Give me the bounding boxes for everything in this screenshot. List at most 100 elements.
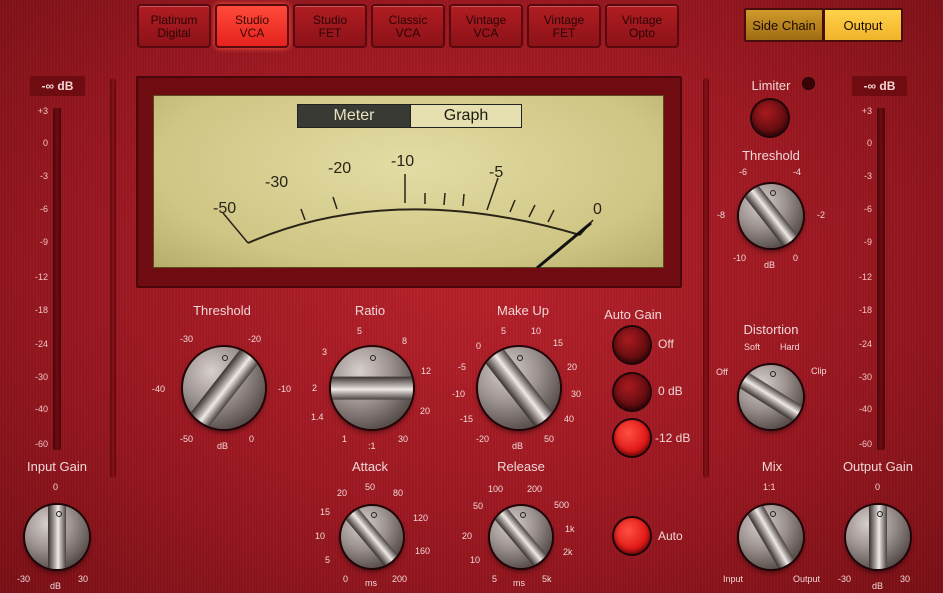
- meter-scale-label: -30: [34, 372, 48, 382]
- output-gain-label: Output Gain: [842, 459, 914, 474]
- mix-label: Mix: [761, 459, 783, 474]
- distortion-label: Distortion: [743, 322, 799, 337]
- threshold-knob[interactable]: [183, 347, 265, 429]
- input-gain-unit: dB: [50, 581, 62, 591]
- knob-indicator: [517, 355, 524, 362]
- limiter-threshold-label: Threshold: [742, 148, 800, 163]
- limiter-label: Limiter: [751, 78, 791, 93]
- attack-unit: ms: [365, 578, 377, 588]
- meter-label: -20: [328, 160, 351, 177]
- release-label: Release: [497, 459, 545, 474]
- meter-label: 0: [593, 201, 602, 218]
- output-level-readout: -∞ dB: [852, 76, 907, 96]
- threshold-tick: -30: [180, 334, 194, 344]
- knob-indicator: [769, 190, 776, 197]
- makeup-tick: -15: [460, 414, 474, 424]
- mix-tick: Input: [723, 574, 744, 584]
- meter-tick: [222, 212, 249, 244]
- knob-indicator: [519, 512, 526, 519]
- makeup-knob[interactable]: [478, 347, 560, 429]
- ratio-tick: 2: [312, 383, 318, 393]
- limiter-threshold-tick: -10: [733, 253, 747, 263]
- knob-indicator: [769, 511, 776, 518]
- distortion-tick: Clip: [811, 366, 827, 376]
- ratio-tick: 5: [357, 326, 363, 336]
- model-button-vintage-fet[interactable]: Vintage FET: [527, 4, 601, 48]
- makeup-tick: 30: [571, 389, 582, 399]
- output-level-meter: [877, 108, 885, 450]
- attack-tick: 120: [413, 513, 429, 523]
- release-tick: 1k: [565, 524, 575, 534]
- model-button-vintage-opto[interactable]: Vintage Opto: [605, 4, 679, 48]
- meter-scale-label: -18: [34, 305, 48, 315]
- auto-gain-0db-button[interactable]: [614, 374, 650, 410]
- limiter-button[interactable]: [752, 100, 788, 136]
- threshold-unit: dB: [217, 441, 229, 451]
- threshold-tick: 0: [249, 434, 255, 444]
- ratio-label: Ratio: [354, 303, 386, 318]
- makeup-unit: dB: [512, 441, 524, 451]
- model-button-vintage-vca[interactable]: Vintage VCA: [449, 4, 523, 48]
- right-rail: [703, 78, 709, 478]
- makeup-tick: 0: [476, 341, 482, 351]
- limiter-threshold-unit: dB: [764, 260, 776, 270]
- distortion-tick: Hard: [780, 342, 800, 352]
- knob-indicator: [370, 512, 377, 519]
- model-button-platinum-digital[interactable]: Platinum Digital: [137, 4, 211, 48]
- ratio-tick: 1: [342, 434, 348, 444]
- model-button-studio-fet[interactable]: Studio FET: [293, 4, 367, 48]
- meter-scale-label: -6: [39, 204, 48, 214]
- threshold-tick: -10: [278, 384, 292, 394]
- model-button-studio-vca[interactable]: Studio VCA: [215, 4, 289, 48]
- limiter-threshold-knob[interactable]: [739, 184, 803, 248]
- meter-tick: [509, 199, 516, 213]
- attack-knob[interactable]: [341, 506, 403, 568]
- ratio-unit: :1: [368, 441, 376, 451]
- ratio-knob[interactable]: [331, 347, 413, 429]
- model-button-classic-vca[interactable]: Classic VCA: [371, 4, 445, 48]
- input-gain-knob[interactable]: [25, 505, 89, 569]
- input-gain-label: Input Gain: [27, 459, 87, 474]
- auto-gain-minus12-button[interactable]: [614, 420, 650, 456]
- makeup-tick: -10: [452, 389, 466, 399]
- release-tick: 5k: [542, 574, 552, 584]
- ratio-tick: 20: [420, 406, 431, 416]
- distortion-knob[interactable]: [739, 365, 803, 429]
- distortion-tick: Off: [716, 367, 728, 377]
- meter-scale-label: -6: [863, 204, 872, 214]
- mix-knob[interactable]: [739, 505, 803, 569]
- ratio-tick: 30: [398, 434, 409, 444]
- auto-gain-label: Auto Gain: [604, 307, 662, 322]
- knob-indicator: [55, 511, 62, 518]
- release-knob[interactable]: [490, 506, 552, 568]
- output-button[interactable]: Output: [823, 8, 903, 42]
- meter-scale-label: +3: [861, 106, 872, 116]
- ratio-tick: 3: [322, 347, 328, 357]
- limiter-threshold-tick: -2: [817, 210, 826, 220]
- auto-release-button[interactable]: [614, 518, 650, 554]
- meter-scale-label: -9: [39, 237, 48, 247]
- meter-tick: [528, 204, 536, 218]
- auto-gain-off-button[interactable]: [614, 327, 650, 363]
- side-chain-button[interactable]: Side Chain: [744, 8, 824, 42]
- meter-tick: [547, 209, 555, 223]
- distortion-tick: Soft: [744, 342, 761, 352]
- makeup-tick: 5: [501, 326, 507, 336]
- makeup-tick: 50: [544, 434, 555, 444]
- ratio-tick: 1.4: [311, 412, 324, 422]
- limiter-threshold-tick: 0: [793, 253, 799, 263]
- release-tick: 10: [470, 555, 481, 565]
- ratio-tick: 8: [402, 336, 408, 346]
- meter-scale-label: 0: [866, 138, 872, 148]
- meter-tick: [300, 208, 306, 221]
- threshold-label: Threshold: [193, 303, 251, 318]
- release-tick: 50: [473, 501, 484, 511]
- output-gain-knob[interactable]: [846, 505, 910, 569]
- left-rail: [110, 78, 116, 478]
- release-tick: 200: [527, 484, 543, 494]
- release-tick: 500: [554, 500, 570, 510]
- release-tick: 20: [462, 531, 473, 541]
- output-gain-tick: 30: [900, 574, 911, 584]
- meter-tick: [486, 177, 499, 211]
- attack-tick: 10: [315, 531, 326, 541]
